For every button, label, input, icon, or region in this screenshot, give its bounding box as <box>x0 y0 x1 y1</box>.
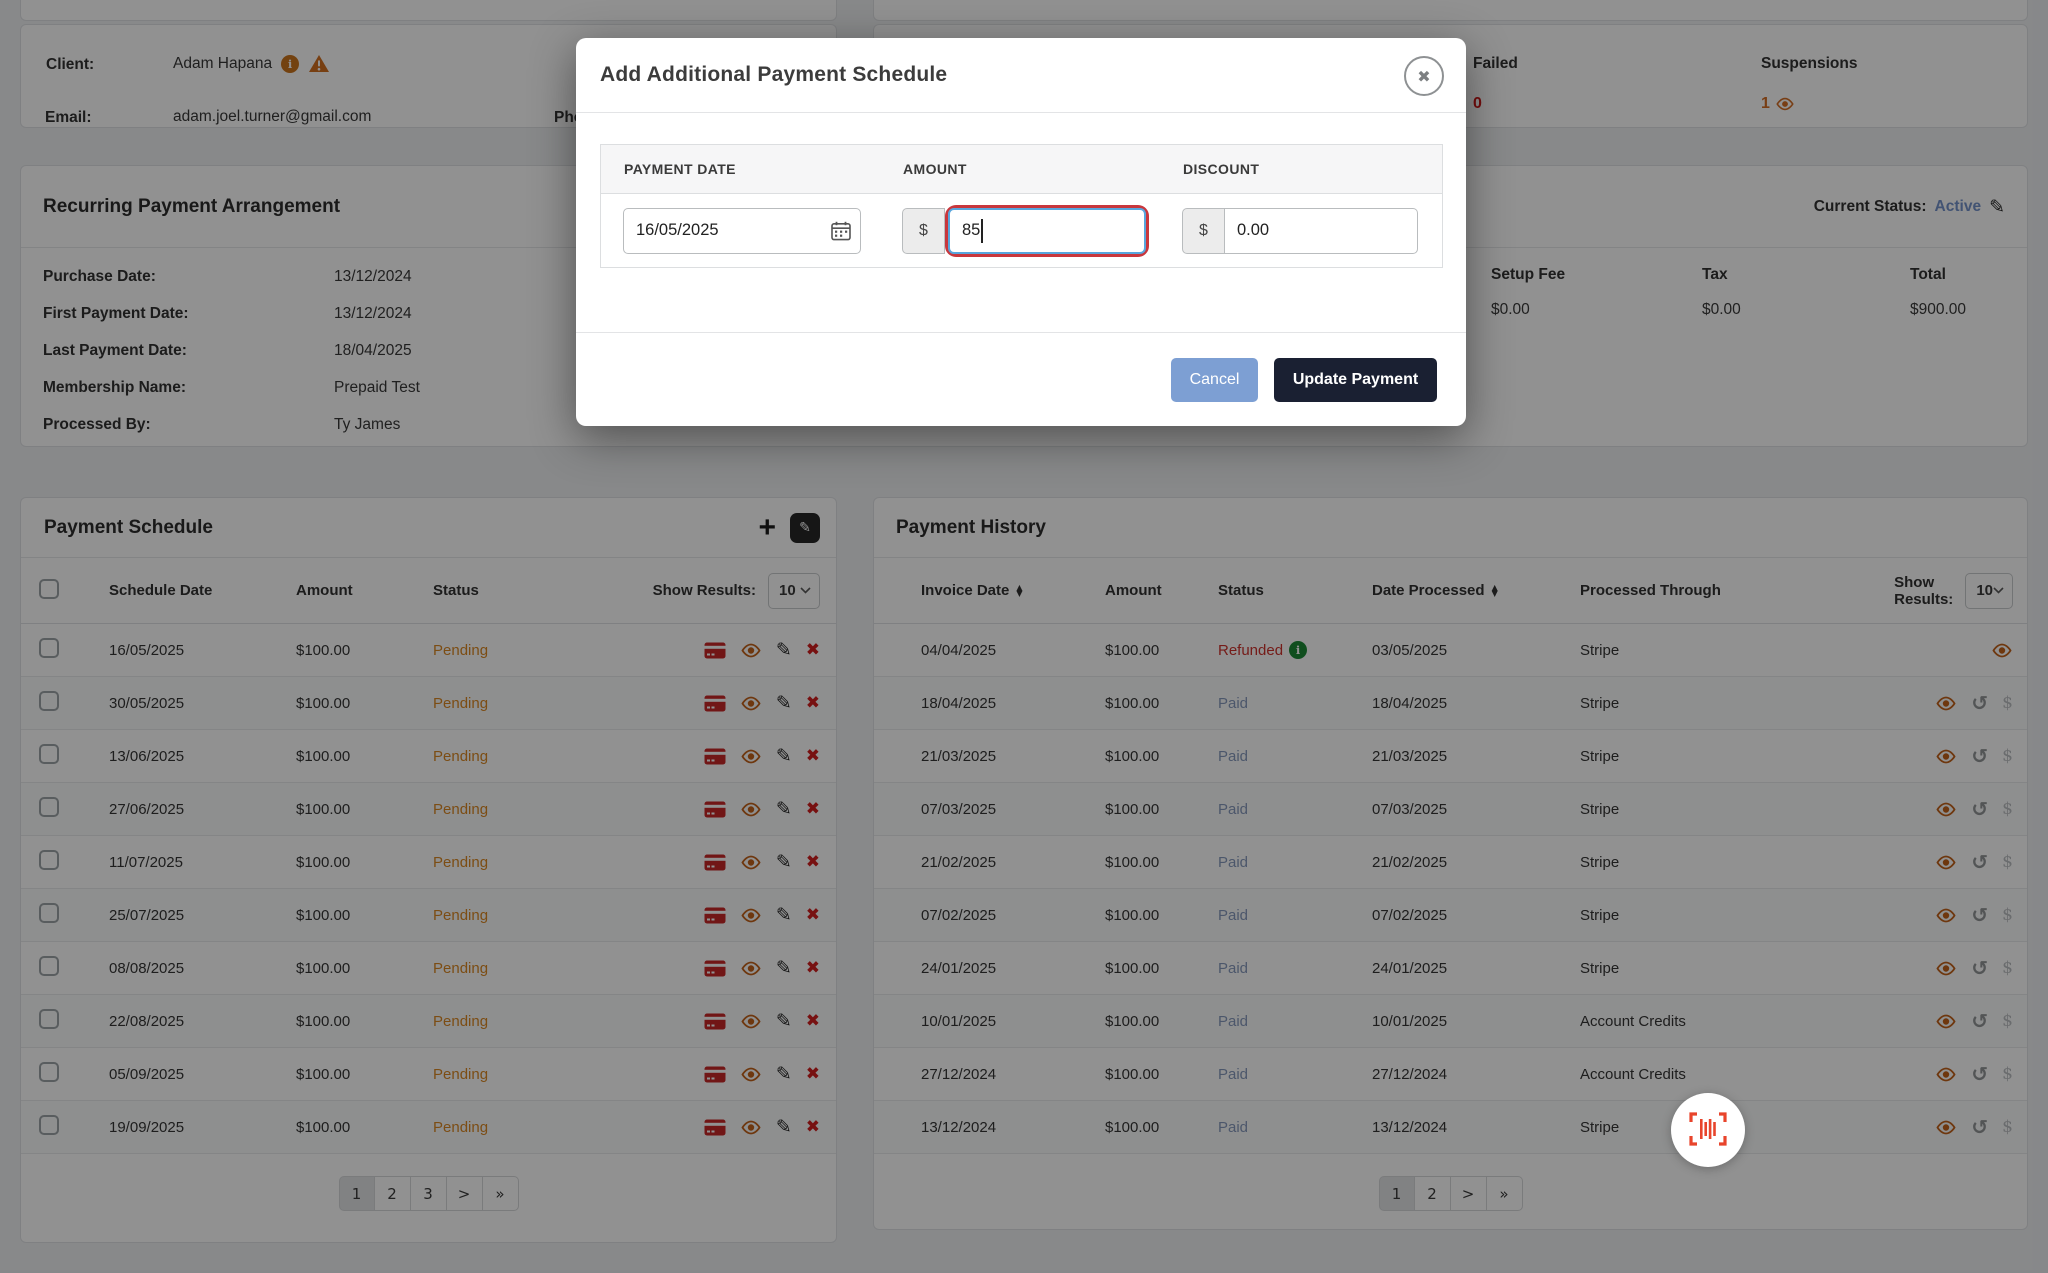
close-button[interactable]: ✖ <box>1404 56 1444 96</box>
amount-validation-ring: 85 <box>948 208 1146 254</box>
currency-prefix: $ <box>902 208 945 254</box>
col-amount: AMOUNT <box>903 161 1183 177</box>
amount-input[interactable]: 85 <box>948 208 1146 254</box>
text-caret <box>981 219 983 243</box>
payment-date-input[interactable] <box>623 208 861 254</box>
payment-management-screen: Client: Adam Hapana i Email: adam.joel.t… <box>0 0 2048 1273</box>
col-payment-date: PAYMENT DATE <box>624 161 903 177</box>
close-icon: ✖ <box>1417 67 1430 86</box>
barcode-scan-button[interactable] <box>1671 1093 1745 1167</box>
cancel-button[interactable]: Cancel <box>1171 358 1258 402</box>
modal-title: Add Additional Payment Schedule <box>600 63 947 87</box>
barcode-icon <box>1685 1110 1731 1151</box>
discount-input[interactable] <box>1225 208 1418 254</box>
add-payment-schedule-modal: Add Additional Payment Schedule ✖ PAYMEN… <box>576 38 1466 426</box>
modal-input-table: PAYMENT DATE AMOUNT DISCOUNT <box>600 144 1443 268</box>
currency-prefix: $ <box>1182 208 1225 254</box>
calendar-icon[interactable] <box>831 221 851 246</box>
col-discount: DISCOUNT <box>1183 161 1442 177</box>
update-payment-button[interactable]: Update Payment <box>1274 358 1437 402</box>
